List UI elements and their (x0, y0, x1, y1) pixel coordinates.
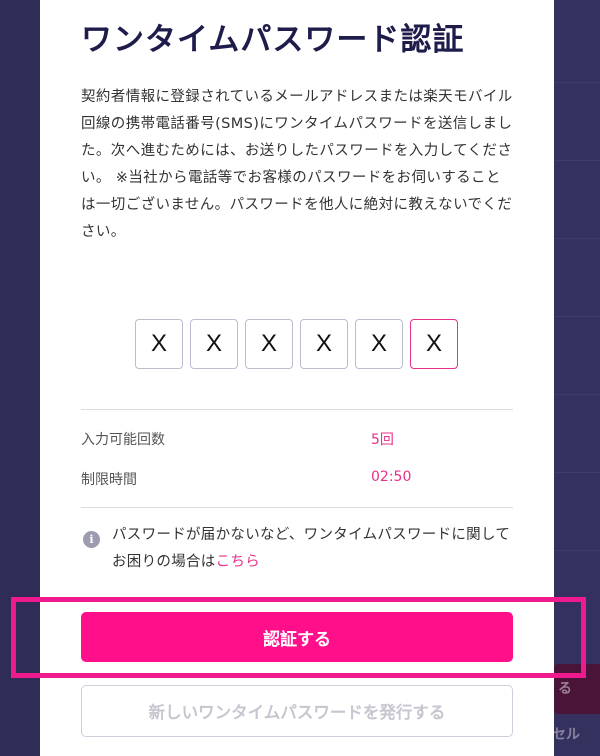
attempts-label: 入力可能回数 (81, 432, 165, 448)
reissue-password-button[interactable]: 新しいワンタイムパスワードを発行する (81, 685, 513, 737)
attempts-value: 5回 (371, 432, 394, 448)
background-divider (554, 238, 600, 239)
authenticate-button[interactable]: 認証する (81, 612, 513, 662)
otp-digit-5[interactable]: X (355, 319, 403, 369)
background-text: セル (552, 727, 580, 743)
otp-digit-1[interactable]: X (135, 319, 183, 369)
help-notice-text: パスワードが届かないなど、ワンタイムパスワードに関してお困りの場合は (112, 527, 511, 570)
time-limit-value: 02:50 (371, 469, 412, 485)
otp-digit-2[interactable]: X (190, 319, 238, 369)
background-divider (554, 82, 600, 83)
background-divider (554, 472, 600, 473)
otp-digit-4[interactable]: X (300, 319, 348, 369)
background-divider (554, 550, 600, 551)
otp-modal: ワンタイムパスワード認証 契約者情報に登録されているメールアドレスまたは楽天モバ… (40, 0, 554, 756)
divider (81, 507, 513, 508)
time-limit-label: 制限時間 (81, 472, 137, 488)
background-divider (554, 160, 600, 161)
info-icon: i (83, 531, 100, 548)
background-right-area (554, 0, 600, 756)
otp-digit-3[interactable]: X (245, 319, 293, 369)
background-divider (554, 316, 600, 317)
help-link[interactable]: こちら (216, 554, 260, 570)
help-notice: パスワードが届かないなど、ワンタイムパスワードに関してお困りの場合はこちら (112, 522, 517, 576)
otp-input-group: X X X X X X (135, 319, 458, 369)
background-left-area (0, 0, 40, 756)
modal-description: 契約者情報に登録されているメールアドレスまたは楽天モバイル回線の携帯電話番号(S… (81, 89, 513, 240)
divider (81, 409, 513, 410)
background-divider (554, 394, 600, 395)
modal-title: ワンタイムパスワード認証 (81, 22, 465, 58)
otp-digit-6[interactable]: X (410, 319, 458, 369)
background-button: る (554, 664, 600, 714)
